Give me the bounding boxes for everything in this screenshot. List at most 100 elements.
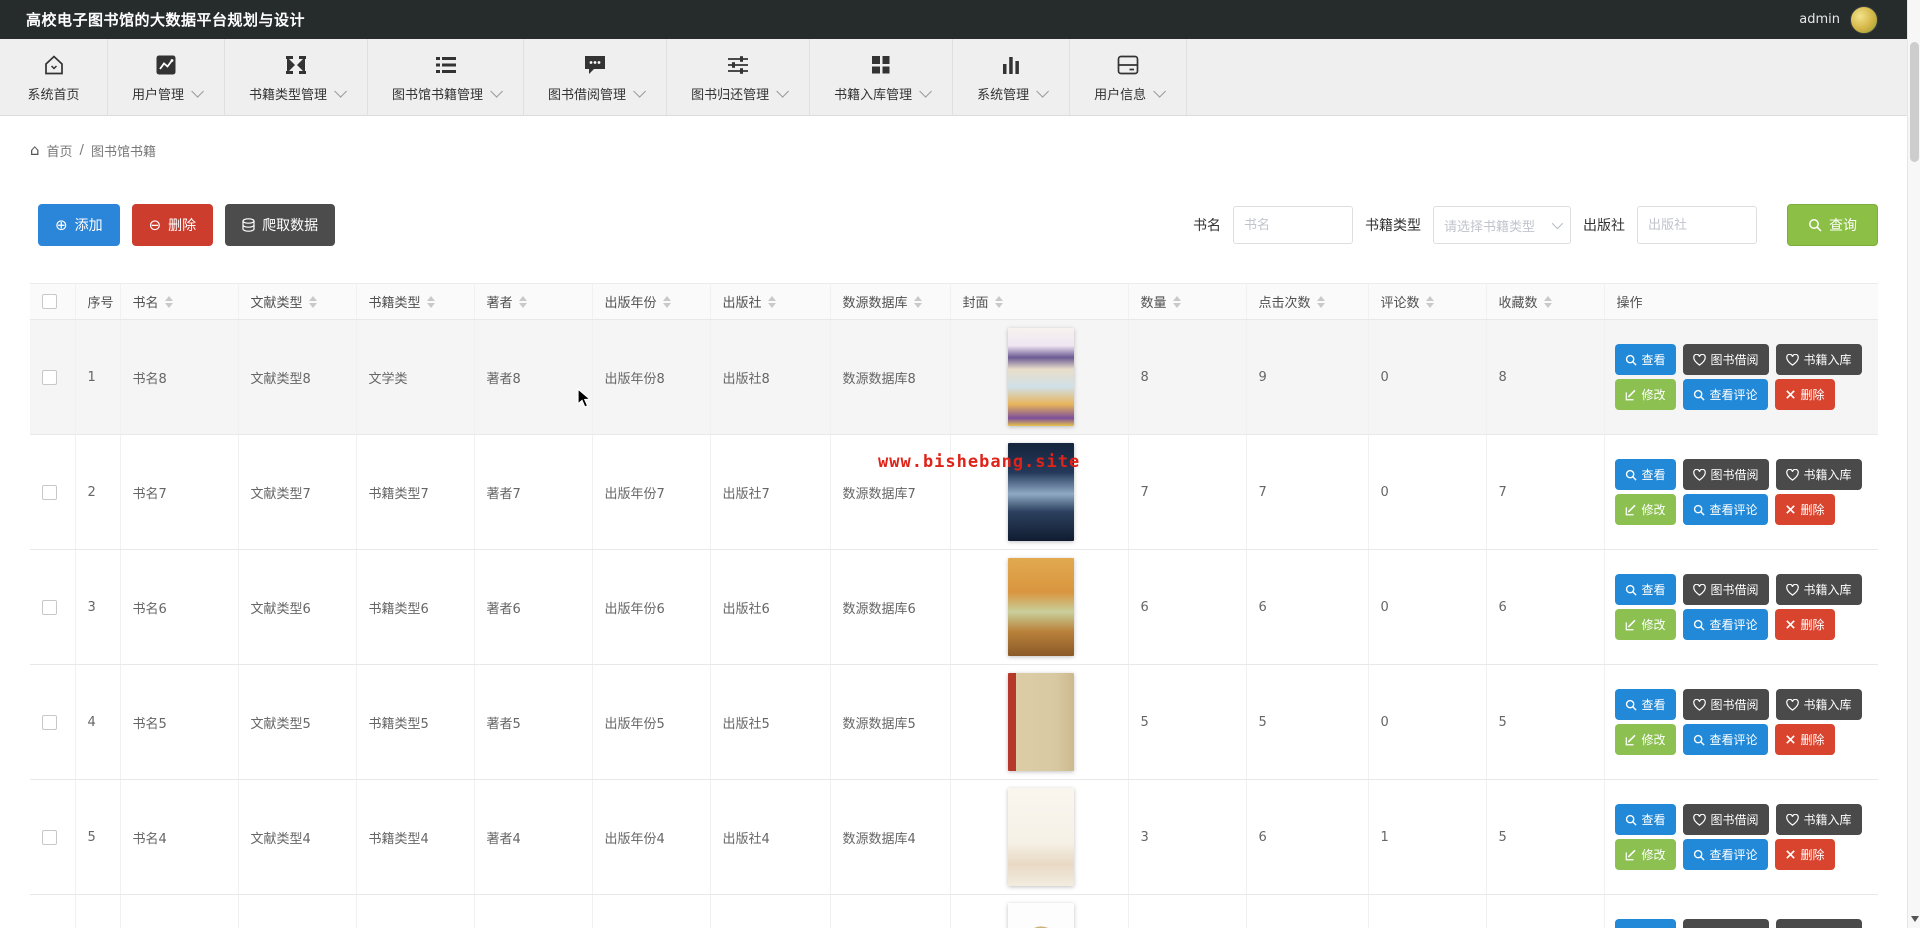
edit-button[interactable]: 修改 (1614, 839, 1676, 870)
stock-in-button[interactable]: 书籍入库 (1775, 689, 1862, 720)
search-button[interactable]: 查询 (1787, 204, 1878, 246)
column-header[interactable]: 收藏数 (1486, 283, 1605, 320)
column-header[interactable]: 数源数据库 (830, 283, 951, 320)
sort-carets-icon[interactable] (1425, 295, 1434, 308)
cell-publisher: 出版社8 (710, 319, 831, 435)
view-button[interactable]: 查看 (1614, 804, 1676, 835)
edit-button[interactable]: 修改 (1614, 379, 1676, 410)
borrow-button[interactable]: 图书借阅 (1682, 344, 1769, 375)
nav-item-8[interactable]: 系统管理 (953, 39, 1071, 115)
delete-button[interactable]: ⊖ 删除 (131, 204, 214, 246)
sort-carets-icon[interactable] (426, 295, 435, 308)
add-button[interactable]: ⊕ 添加 (38, 204, 120, 246)
nav-item-4[interactable]: 图书馆书籍管理 (368, 39, 525, 115)
stock-in-button[interactable]: 书籍入库 (1775, 919, 1862, 928)
row-checkbox[interactable] (42, 829, 57, 845)
column-header[interactable]: 书名 (120, 283, 239, 320)
cell-comments: 0 (1368, 549, 1487, 665)
avatar[interactable] (1850, 5, 1878, 34)
row-checkbox[interactable] (42, 484, 57, 500)
row-checkbox[interactable] (42, 599, 57, 615)
breadcrumb-home[interactable]: 首页 (47, 141, 73, 160)
nav-item-1[interactable]: 系统首页 (0, 39, 108, 115)
edit-button[interactable]: 修改 (1614, 494, 1676, 525)
view-comments-button[interactable]: 查看评论 (1682, 379, 1768, 410)
cell-favorites: 5 (1486, 779, 1605, 895)
nav-item-5[interactable]: 图书借阅管理 (524, 39, 668, 115)
sort-carets-icon[interactable] (994, 295, 1003, 308)
column-header[interactable]: 书籍类型 (356, 283, 475, 320)
cell-doc-type: 文献类型8 (238, 319, 357, 435)
view-button[interactable]: 查看 (1614, 689, 1676, 720)
view-button[interactable]: 查看 (1614, 344, 1676, 375)
borrow-button[interactable]: 图书借阅 (1682, 804, 1769, 835)
delete-button[interactable]: 删除 (1774, 724, 1835, 755)
cell-name: 书名7 (120, 434, 239, 550)
column-header[interactable]: 著者 (474, 283, 593, 320)
view-button[interactable]: 查看 (1614, 459, 1676, 490)
scroll-down-arrow-icon[interactable] (1911, 916, 1919, 922)
sort-carets-icon[interactable] (1172, 295, 1181, 308)
column-header[interactable]: 数量 (1128, 283, 1247, 320)
borrow-button[interactable]: 图书借阅 (1682, 919, 1769, 928)
cell-book-type: 文学类 (356, 319, 475, 435)
topbar-user-area[interactable]: admin (1799, 5, 1894, 34)
magnifier-icon (1693, 734, 1705, 746)
view-comments-button[interactable]: 查看评论 (1682, 724, 1768, 755)
nav-item-2[interactable]: 用户管理 (108, 39, 226, 115)
delete-button[interactable]: 删除 (1774, 494, 1835, 525)
view-comments-button[interactable]: 查看评论 (1682, 494, 1768, 525)
select-all-checkbox[interactable] (42, 294, 57, 309)
sort-carets-icon[interactable] (1316, 295, 1325, 308)
book-name-input[interactable] (1233, 206, 1353, 244)
stock-in-button[interactable]: 书籍入库 (1775, 574, 1862, 605)
delete-button[interactable]: 删除 (1774, 839, 1835, 870)
row-checkbox[interactable] (42, 369, 57, 385)
stock-in-button[interactable]: 书籍入库 (1775, 459, 1862, 490)
row-checkbox[interactable] (42, 714, 57, 730)
delete-button[interactable]: 删除 (1774, 609, 1835, 640)
view-comments-button[interactable]: 查看评论 (1682, 839, 1768, 870)
column-header[interactable]: 点击次数 (1246, 283, 1369, 320)
nav-item-7[interactable]: 书籍入库管理 (810, 39, 954, 115)
cell-datasource: 数源数据库3 (830, 894, 951, 928)
nav-item-label: 用户信息 (1094, 87, 1147, 103)
nav-item-label: 图书归还管理 (691, 87, 770, 103)
borrow-button[interactable]: 图书借阅 (1682, 689, 1769, 720)
home-icon (42, 52, 66, 78)
edit-button[interactable]: 修改 (1614, 724, 1676, 755)
nav-item-6[interactable]: 图书归还管理 (667, 39, 811, 115)
cell-index: 5 (75, 779, 121, 895)
nav-item-3[interactable]: 书籍类型管理 (225, 39, 369, 115)
crawl-data-button[interactable]: 爬取数据 (225, 204, 336, 246)
magnifier-icon (1693, 504, 1705, 516)
edit-button[interactable]: 修改 (1614, 609, 1676, 640)
view-button[interactable]: 查看 (1614, 574, 1676, 605)
scrollbar[interactable] (1907, 0, 1920, 928)
sort-carets-icon[interactable] (913, 295, 922, 308)
delete-button[interactable]: 删除 (1774, 379, 1835, 410)
sort-carets-icon[interactable] (308, 295, 317, 308)
publisher-input[interactable] (1637, 206, 1757, 244)
book-type-select[interactable]: 请选择书籍类型 (1433, 206, 1571, 244)
column-header[interactable]: 出版社 (710, 283, 831, 320)
sort-carets-icon[interactable] (1543, 295, 1552, 308)
view-comments-button[interactable]: 查看评论 (1682, 609, 1768, 640)
sort-carets-icon[interactable] (662, 295, 671, 308)
view-button[interactable]: 查看 (1614, 919, 1676, 928)
scrollbar-thumb[interactable] (1910, 42, 1919, 162)
column-header[interactable]: 封面 (950, 283, 1129, 320)
sort-carets-icon[interactable] (767, 295, 776, 308)
borrow-button[interactable]: 图书借阅 (1682, 459, 1769, 490)
sort-carets-icon[interactable] (518, 295, 527, 308)
borrow-button[interactable]: 图书借阅 (1682, 574, 1769, 605)
stock-in-button[interactable]: 书籍入库 (1775, 804, 1862, 835)
column-header[interactable]: 文献类型 (238, 283, 357, 320)
chevron-down-icon (334, 84, 348, 98)
sort-carets-icon[interactable] (164, 295, 173, 308)
nav-item-9[interactable]: 用户信息 (1070, 39, 1188, 115)
cell-doc-type: 文献类型3 (238, 894, 357, 928)
column-header[interactable]: 评论数 (1368, 283, 1487, 320)
column-header[interactable]: 出版年份 (592, 283, 711, 320)
stock-in-button[interactable]: 书籍入库 (1775, 344, 1862, 375)
